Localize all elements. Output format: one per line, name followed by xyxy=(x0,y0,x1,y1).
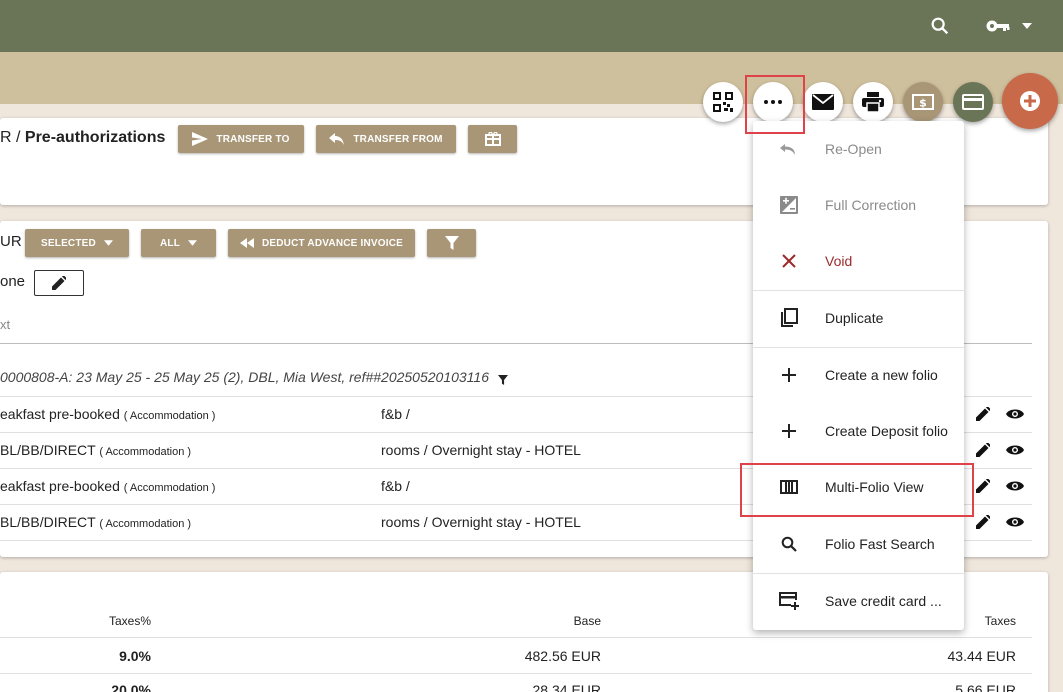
row-description: eakfast pre-booked ( Accommodation ) xyxy=(0,406,216,422)
title-text: Pre-authorizations xyxy=(24,129,166,146)
key-icon[interactable] xyxy=(983,14,1013,38)
selected-label: SELECTED xyxy=(41,237,96,249)
menu-item-label: Create a new folio xyxy=(825,367,938,383)
menu-item-label: Re-Open xyxy=(825,141,882,157)
eye-icon[interactable] xyxy=(1005,476,1025,496)
send-icon xyxy=(192,132,209,146)
filter-button[interactable] xyxy=(427,229,476,257)
deduct-label: DEDUCT ADVANCE INVOICE xyxy=(261,237,404,249)
pencil-icon[interactable] xyxy=(973,476,993,496)
menu-item-save-credit-card[interactable]: Save credit card ... xyxy=(753,573,964,629)
all-label: ALL xyxy=(159,237,181,249)
chevron-down-icon[interactable] xyxy=(1017,14,1037,38)
row-account: rooms / Overnight stay - HOTEL xyxy=(381,514,581,530)
tax-rate: 9.0% xyxy=(119,648,151,664)
tax-rate: 20.0% xyxy=(111,682,151,692)
pencil-icon xyxy=(52,276,66,290)
menu-item-label: Save credit card ... xyxy=(825,593,942,609)
add-card-icon xyxy=(777,589,801,613)
add-button[interactable] xyxy=(1002,73,1058,129)
highlight-box xyxy=(740,463,974,517)
credit-card-button[interactable] xyxy=(953,82,993,122)
mail-icon xyxy=(812,94,834,110)
pencil-icon[interactable] xyxy=(973,440,993,460)
tax-amount: 43.44 EUR xyxy=(947,648,1016,664)
page-title: R / Pre-authorizations xyxy=(0,129,165,147)
eye-icon[interactable] xyxy=(1005,512,1025,532)
close-icon xyxy=(777,249,801,273)
row-description: BL/BB/DIRECT ( Accommodation ) xyxy=(0,442,192,458)
tax-base: 482.56 EUR xyxy=(524,648,601,664)
plus-icon xyxy=(777,419,801,443)
row-account: f&b / xyxy=(381,478,410,494)
more-actions-menu: Re-Open Full Correction Void Duplicate C… xyxy=(753,121,964,630)
column-header-base: Base xyxy=(573,614,601,628)
currency-label: UR xyxy=(0,233,22,250)
menu-item-label: Folio Fast Search xyxy=(825,536,935,552)
plus-icon xyxy=(777,363,801,387)
row-account: rooms / Overnight stay - HOTEL xyxy=(381,442,581,458)
transfer-to-button[interactable]: TRANSFER TO xyxy=(178,125,304,153)
folio-name: one xyxy=(0,273,26,290)
reply-icon xyxy=(329,133,345,145)
credit-card-icon xyxy=(962,94,984,110)
menu-item-duplicate[interactable]: Duplicate xyxy=(753,290,964,346)
menu-item-create-deposit-folio[interactable]: Create Deposit folio xyxy=(753,403,964,459)
tax-amount: 5.66 EUR xyxy=(955,682,1016,692)
chevron-down-icon xyxy=(188,240,198,246)
svg-text:$: $ xyxy=(919,97,927,110)
correction-icon xyxy=(777,193,801,217)
eye-icon[interactable] xyxy=(1005,404,1025,424)
menu-item-full-correction[interactable]: Full Correction xyxy=(753,177,964,233)
row-description: eakfast pre-booked ( Accommodation ) xyxy=(0,478,216,494)
qr-code-icon xyxy=(713,92,733,112)
menu-item-label: Create Deposit folio xyxy=(825,423,948,439)
chevron-down-icon xyxy=(103,240,113,246)
add-circle-icon xyxy=(1020,91,1040,111)
selected-dropdown[interactable]: SELECTED xyxy=(25,229,129,257)
cash-icon: $ xyxy=(912,94,934,110)
qr-code-button[interactable] xyxy=(703,82,743,122)
printer-icon xyxy=(862,92,884,112)
filter-icon[interactable] xyxy=(493,370,513,390)
filter-icon xyxy=(444,236,459,250)
tax-base: 28.34 EUR xyxy=(532,682,601,692)
pencil-icon[interactable] xyxy=(973,512,993,532)
all-dropdown[interactable]: ALL xyxy=(141,229,216,257)
menu-item-create-new-folio[interactable]: Create a new folio xyxy=(753,347,964,403)
column-header-taxes-pct: Taxes% xyxy=(108,614,151,628)
divider xyxy=(0,673,1032,674)
print-button[interactable] xyxy=(853,82,893,122)
menu-item-label: Full Correction xyxy=(825,197,917,213)
menu-item-folio-fast-search[interactable]: Folio Fast Search xyxy=(753,516,964,572)
top-app-bar xyxy=(0,0,1063,52)
payment-button[interactable]: $ xyxy=(903,82,943,122)
gift-button[interactable] xyxy=(468,125,517,153)
deduct-advance-invoice-button[interactable]: DEDUCT ADVANCE INVOICE xyxy=(228,229,415,257)
rewind-icon xyxy=(239,238,254,248)
highlight-box xyxy=(745,75,805,134)
transfer-from-button[interactable]: TRANSFER FROM xyxy=(316,125,456,153)
pencil-icon[interactable] xyxy=(973,404,993,424)
search-icon[interactable] xyxy=(928,14,952,38)
menu-item-label: Void xyxy=(825,253,853,269)
divider xyxy=(0,637,1032,638)
row-description: BL/BB/DIRECT ( Accommodation ) xyxy=(0,514,192,530)
search-icon xyxy=(777,532,801,556)
edit-folio-name-button[interactable] xyxy=(34,270,84,296)
transfer-from-label: TRANSFER FROM xyxy=(353,133,443,145)
eye-icon[interactable] xyxy=(1005,440,1025,460)
reservation-group-header: 0000808-A: 23 May 25 - 25 May 25 (2), DB… xyxy=(0,369,490,385)
breadcrumb: R / xyxy=(0,129,21,146)
email-button[interactable] xyxy=(803,82,843,122)
copy-icon xyxy=(777,306,801,330)
menu-item-void[interactable]: Void xyxy=(753,233,964,289)
gift-card-icon xyxy=(484,132,501,146)
text-field-label: xt xyxy=(0,317,11,332)
transfer-to-label: TRANSFER TO xyxy=(216,133,290,145)
undo-icon xyxy=(777,137,801,161)
row-account: f&b / xyxy=(381,406,410,422)
menu-item-label: Duplicate xyxy=(825,310,884,326)
